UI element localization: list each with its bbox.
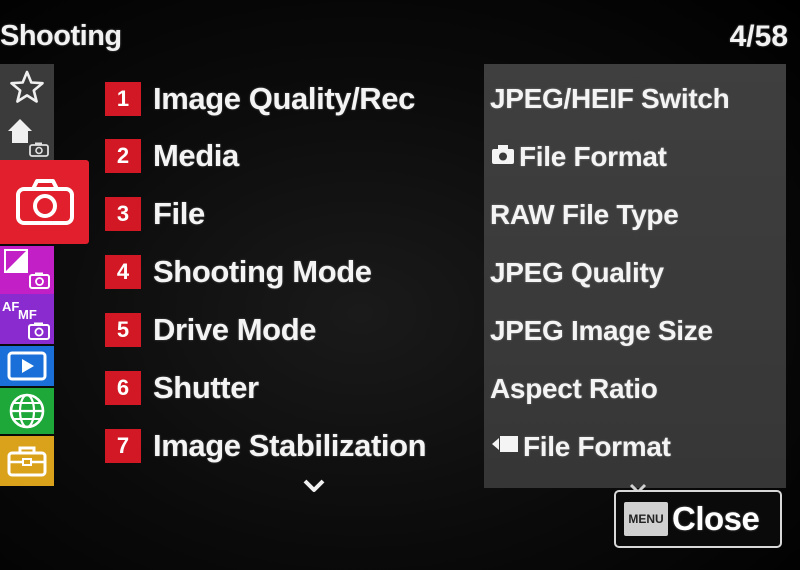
toolbox-icon — [5, 443, 49, 479]
submenu-item-raw-file-type[interactable]: RAW File Type — [490, 190, 780, 240]
menu-item-label: Media — [153, 138, 239, 173]
item-number-badge: 7 — [105, 429, 141, 463]
close-button[interactable]: MENU Close — [614, 490, 782, 548]
submenu-item-still-file-format[interactable]: File Format — [490, 132, 780, 182]
submenu-item-jpeg-heif-switch[interactable]: JPEG/HEIF Switch — [490, 74, 780, 124]
tab-playback[interactable] — [0, 346, 54, 386]
tab-setup[interactable] — [0, 436, 54, 486]
submenu-item-jpeg-image-size[interactable]: JPEG Image Size — [490, 306, 780, 356]
menu-item-file[interactable]: 3 File — [100, 189, 480, 239]
still-camera-icon — [490, 141, 519, 173]
star-icon — [9, 69, 45, 105]
submenu-item-label: Aspect Ratio — [490, 373, 658, 404]
menu-item-media[interactable]: 2 Media — [100, 131, 480, 181]
item-number-badge: 2 — [105, 139, 141, 173]
tab-favorites[interactable] — [0, 64, 54, 110]
menu-item-image-quality[interactable]: 1 Image Quality/Rec — [100, 74, 480, 124]
item-number-badge: 6 — [105, 371, 141, 405]
menu-item-image-stabilization[interactable]: 7 Image Stabilization — [100, 421, 480, 471]
close-label: Close — [672, 500, 760, 537]
tab-main[interactable] — [0, 110, 54, 160]
tab-shooting[interactable] — [0, 160, 89, 244]
menu-item-label: Shooting Mode — [153, 254, 372, 289]
menu-item-drive-mode[interactable]: 5 Drive Mode — [100, 305, 480, 355]
submenu-item-aspect-ratio[interactable]: Aspect Ratio — [490, 364, 780, 414]
menu-item-label: File — [153, 196, 205, 231]
play-icon — [6, 350, 48, 382]
submenu-item-label: File Format — [519, 141, 667, 172]
submenu-item-label: JPEG Quality — [490, 257, 664, 288]
submenu-item-label: JPEG/HEIF Switch — [490, 83, 730, 114]
menu-item-label: Shutter — [153, 370, 259, 405]
item-number-badge: 4 — [105, 255, 141, 289]
submenu-item-label: JPEG Image Size — [490, 315, 713, 346]
scroll-down-chevron-icon[interactable] — [302, 478, 326, 499]
movie-icon — [490, 431, 523, 463]
svg-text:+: + — [8, 251, 17, 264]
menu-item-label: Image Quality/Rec — [153, 81, 415, 116]
category-tabs: + AF MF — [0, 64, 90, 486]
tab-network[interactable] — [0, 388, 54, 434]
menu-item-label: Image Stabilization — [153, 428, 427, 463]
camera-icon — [14, 177, 76, 227]
tab-focus[interactable]: AF MF — [0, 294, 54, 344]
item-number-badge: 1 — [105, 82, 141, 116]
submenu-panel: JPEG/HEIF Switch File Format RAW File Ty… — [484, 64, 786, 488]
tab-exposure-color[interactable]: + — [0, 246, 54, 294]
af-mf-icon: AF MF — [1, 295, 53, 343]
camera-menu-screen: Shooting 4/58 + AF MF 1 Image Quality/Re… — [0, 0, 800, 570]
home-camera-icon — [4, 113, 50, 157]
page-counter: 4/58 — [729, 20, 788, 53]
submenu-item-jpeg-quality[interactable]: JPEG Quality — [490, 248, 780, 298]
submenu-item-label: RAW File Type — [490, 199, 679, 230]
menu-item-label: Drive Mode — [153, 312, 317, 347]
menu-item-shutter[interactable]: 6 Shutter — [100, 363, 480, 413]
submenu-item-movie-file-format[interactable]: File Format — [490, 422, 780, 472]
svg-text:MF: MF — [18, 307, 37, 322]
page-title: Shooting — [0, 20, 122, 52]
menu-item-shooting-mode[interactable]: 4 Shooting Mode — [100, 247, 480, 297]
svg-text:AF: AF — [2, 299, 19, 314]
item-number-badge: 3 — [105, 197, 141, 231]
item-number-badge: 5 — [105, 313, 141, 347]
exposure-camera-icon: + — [2, 247, 52, 293]
menu-key-badge: MENU — [624, 502, 668, 536]
submenu-item-label: File Format — [523, 431, 671, 462]
globe-icon — [7, 391, 47, 431]
